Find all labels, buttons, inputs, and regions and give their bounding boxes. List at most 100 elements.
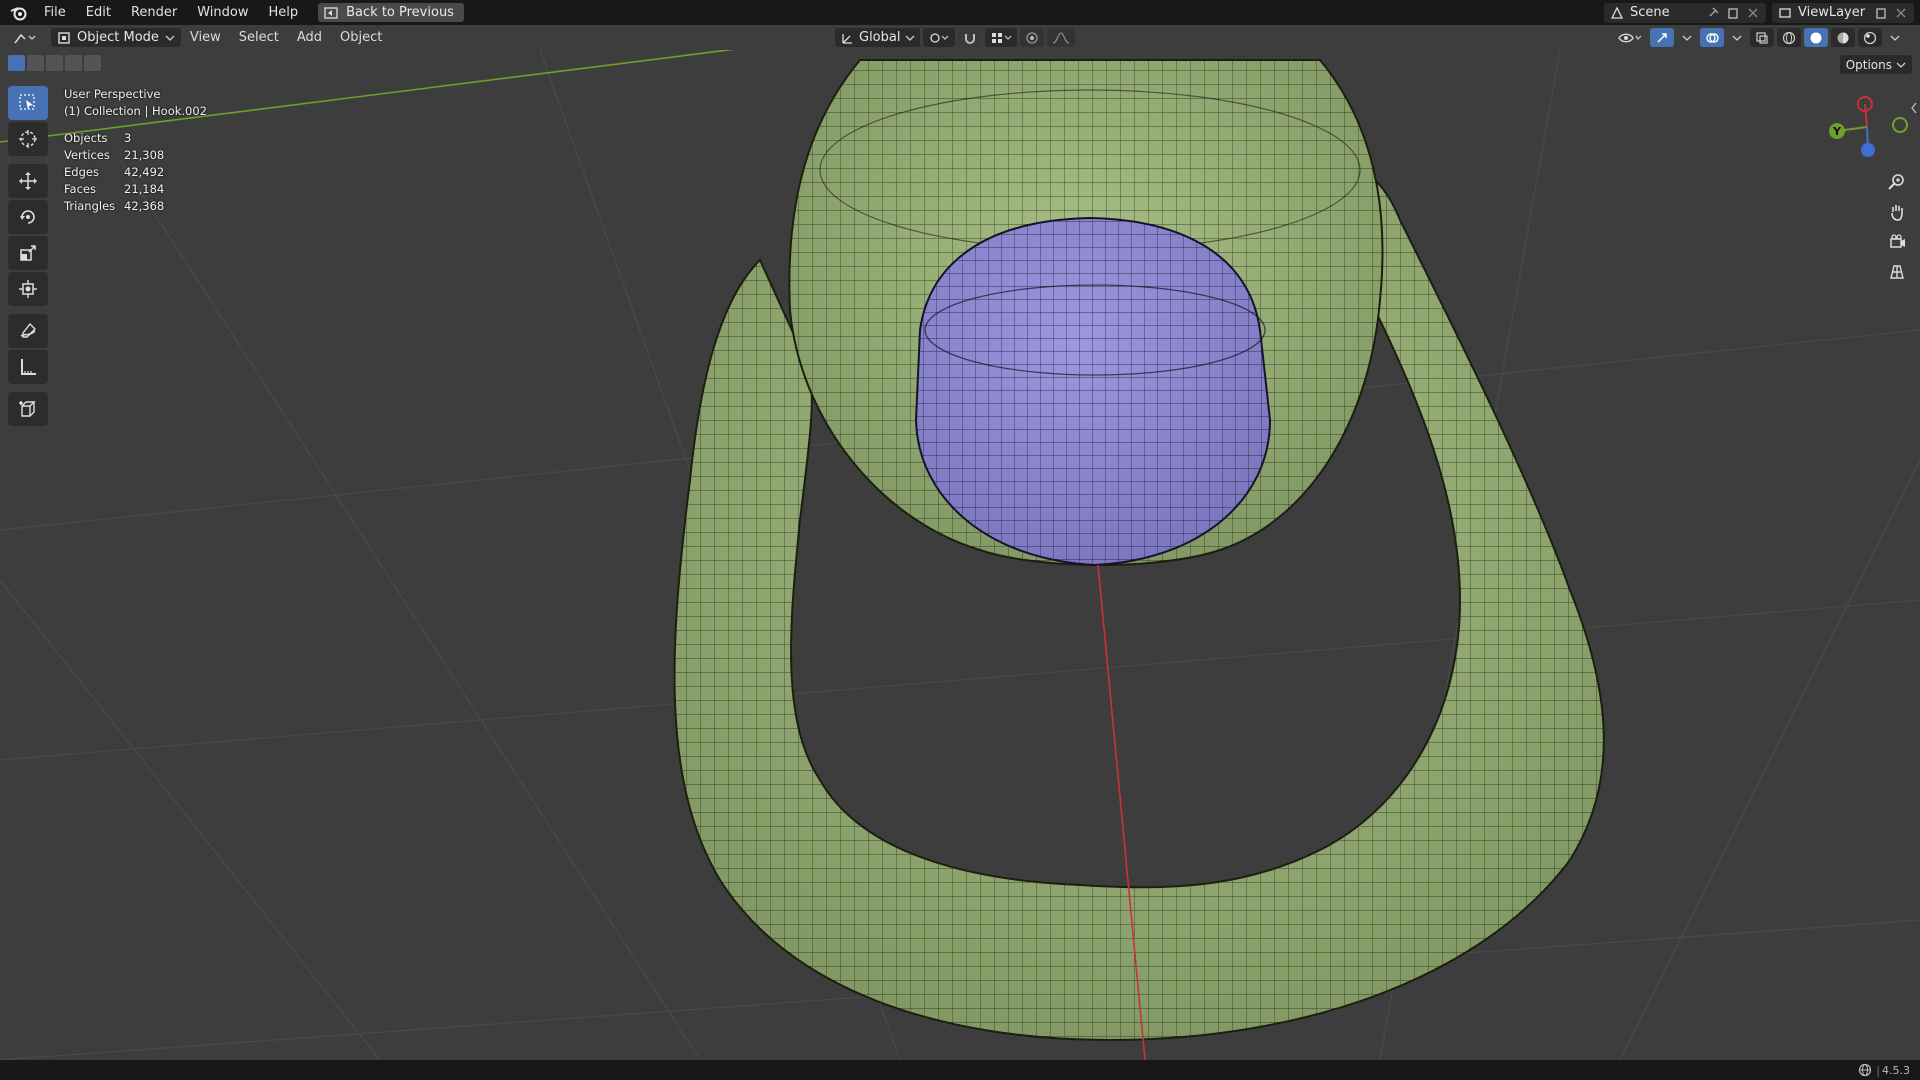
shading-dropdown[interactable]: [1885, 28, 1905, 47]
orientation-axes-icon: [842, 33, 852, 44]
shading-wireframe[interactable]: [1777, 28, 1801, 47]
zoom-button[interactable]: [1884, 169, 1910, 195]
stat-row: Vertices 21,308: [64, 147, 207, 164]
annotate-tool[interactable]: [8, 314, 48, 348]
cursor-tool[interactable]: [8, 122, 48, 156]
proportional-edit-toggle[interactable]: [1020, 28, 1045, 47]
navigation-gizmo[interactable]: Y: [1820, 92, 1920, 162]
delete-viewlayer-icon[interactable]: [1894, 6, 1908, 20]
pan-button[interactable]: [1884, 199, 1910, 225]
back-to-previous-button[interactable]: Back to Previous: [318, 3, 464, 22]
shading-material[interactable]: [1831, 28, 1855, 47]
move-icon: [19, 172, 37, 190]
stat-value: 3: [124, 131, 132, 145]
select-box-tool[interactable]: [8, 86, 48, 120]
viewlayer-name[interactable]: ViewLayer: [1792, 5, 1874, 20]
pivot-point-select[interactable]: [923, 28, 956, 47]
gizmo-y-label: Y: [1832, 125, 1842, 138]
scene-statistics: Objects 3 Vertices 21,308 Edges 42,492 Face…: [64, 130, 207, 215]
shading-rendered[interactable]: [1858, 28, 1882, 47]
editor-type-icon: [14, 33, 36, 43]
xray-toggle[interactable]: [1750, 28, 1774, 47]
menu-edit[interactable]: Edit: [76, 0, 121, 25]
add-cube-tool[interactable]: [8, 392, 48, 426]
options-label: Options: [1845, 57, 1892, 72]
stat-label: Vertices: [64, 148, 110, 162]
options-button[interactable]: Options: [1839, 55, 1912, 74]
scene-name[interactable]: Scene: [1624, 5, 1706, 20]
selection-mode-buttons: [8, 55, 103, 71]
scene-selector[interactable]: Scene: [1604, 2, 1766, 23]
proportional-falloff-select[interactable]: [1047, 28, 1076, 47]
gizmo-dropdown[interactable]: [1677, 28, 1697, 47]
select-subtract-icon[interactable]: [46, 55, 63, 71]
stat-value: 42,492: [124, 165, 165, 179]
viewport-info-overlay: User Perspective (1) Collection | Hook.0…: [64, 86, 207, 215]
gizmo-z-axis-icon[interactable]: [1861, 143, 1875, 157]
cursor-icon: [19, 130, 37, 148]
mode-selector[interactable]: Object Mode: [51, 28, 181, 47]
editor-type-button[interactable]: [8, 28, 42, 47]
select-invert-icon[interactable]: [65, 55, 82, 71]
viewport-3d[interactable]: [0, 50, 1920, 1060]
viewlayer-selector[interactable]: ViewLayer: [1772, 2, 1914, 23]
snap-target-select[interactable]: [985, 28, 1018, 47]
gizmo-toggle[interactable]: [1650, 28, 1674, 47]
menu-view[interactable]: View: [181, 25, 230, 50]
transform-tool[interactable]: [8, 272, 48, 306]
select-extend-icon[interactable]: [27, 55, 44, 71]
overlays-dropdown[interactable]: [1727, 28, 1747, 47]
perspective-toggle-button[interactable]: [1884, 259, 1910, 285]
snap-toggle[interactable]: [958, 28, 983, 47]
viewlayer-icon: [1779, 7, 1791, 18]
camera-view-button[interactable]: [1884, 229, 1910, 255]
stat-label: Faces: [64, 182, 96, 196]
material-sphere-icon: [1837, 32, 1849, 43]
overlays-toggle[interactable]: [1700, 28, 1724, 47]
mode-label: Object Mode: [77, 30, 159, 45]
chevron-down-icon: [1682, 35, 1692, 41]
measure-tool[interactable]: [8, 350, 48, 384]
new-scene-icon[interactable]: [1726, 6, 1740, 20]
transform-orientation-select[interactable]: Global: [835, 28, 921, 47]
blender-logo-icon[interactable]: [8, 2, 30, 24]
gizmo-neg-y-icon[interactable]: [1892, 117, 1908, 133]
select-new-icon[interactable]: [8, 55, 25, 71]
move-tool[interactable]: [8, 164, 48, 198]
rotate-icon: [20, 210, 35, 224]
screen-back-icon: [324, 6, 338, 19]
menu-file[interactable]: File: [34, 0, 76, 25]
stat-label: Edges: [64, 165, 99, 179]
scale-tool[interactable]: [8, 236, 48, 270]
menu-render[interactable]: Render: [121, 0, 187, 25]
pin-icon[interactable]: [1706, 6, 1720, 20]
menu-help[interactable]: Help: [259, 0, 309, 25]
chevron-down-icon: [906, 35, 915, 41]
rotate-tool[interactable]: [8, 200, 48, 234]
orientation-label: Global: [859, 30, 901, 45]
menu-add[interactable]: Add: [288, 25, 331, 50]
delete-scene-icon[interactable]: [1746, 6, 1760, 20]
stat-value: 21,308: [124, 148, 165, 162]
shading-solid[interactable]: [1804, 28, 1828, 47]
visibility-select[interactable]: [1613, 28, 1647, 47]
active-object-info: (1) Collection | Hook.002: [64, 104, 207, 118]
overlays-icon: [1706, 32, 1719, 43]
transform-icon: [19, 280, 37, 298]
measure-ruler-icon: [21, 359, 36, 375]
stat-value: 42,368: [124, 199, 165, 213]
menu-window[interactable]: Window: [187, 0, 258, 25]
collapse-sidebar-icon[interactable]: [1910, 102, 1918, 114]
zoom-magnifier-icon: [1888, 174, 1904, 190]
falloff-curve-icon: [1053, 31, 1070, 44]
menu-object[interactable]: Object: [331, 25, 391, 50]
hook-pin-mesh[interactable]: [914, 216, 1272, 567]
pivot-icon: [930, 32, 949, 43]
menu-select[interactable]: Select: [230, 25, 288, 50]
new-viewlayer-icon[interactable]: [1874, 6, 1888, 20]
viewport-header: Object Mode View Select Add Object Globa…: [0, 25, 1920, 50]
rendered-sphere-icon: [1863, 31, 1877, 44]
select-intersect-icon[interactable]: [84, 55, 101, 71]
view-name: User Perspective: [64, 87, 161, 101]
scene-icon: [1610, 6, 1624, 19]
